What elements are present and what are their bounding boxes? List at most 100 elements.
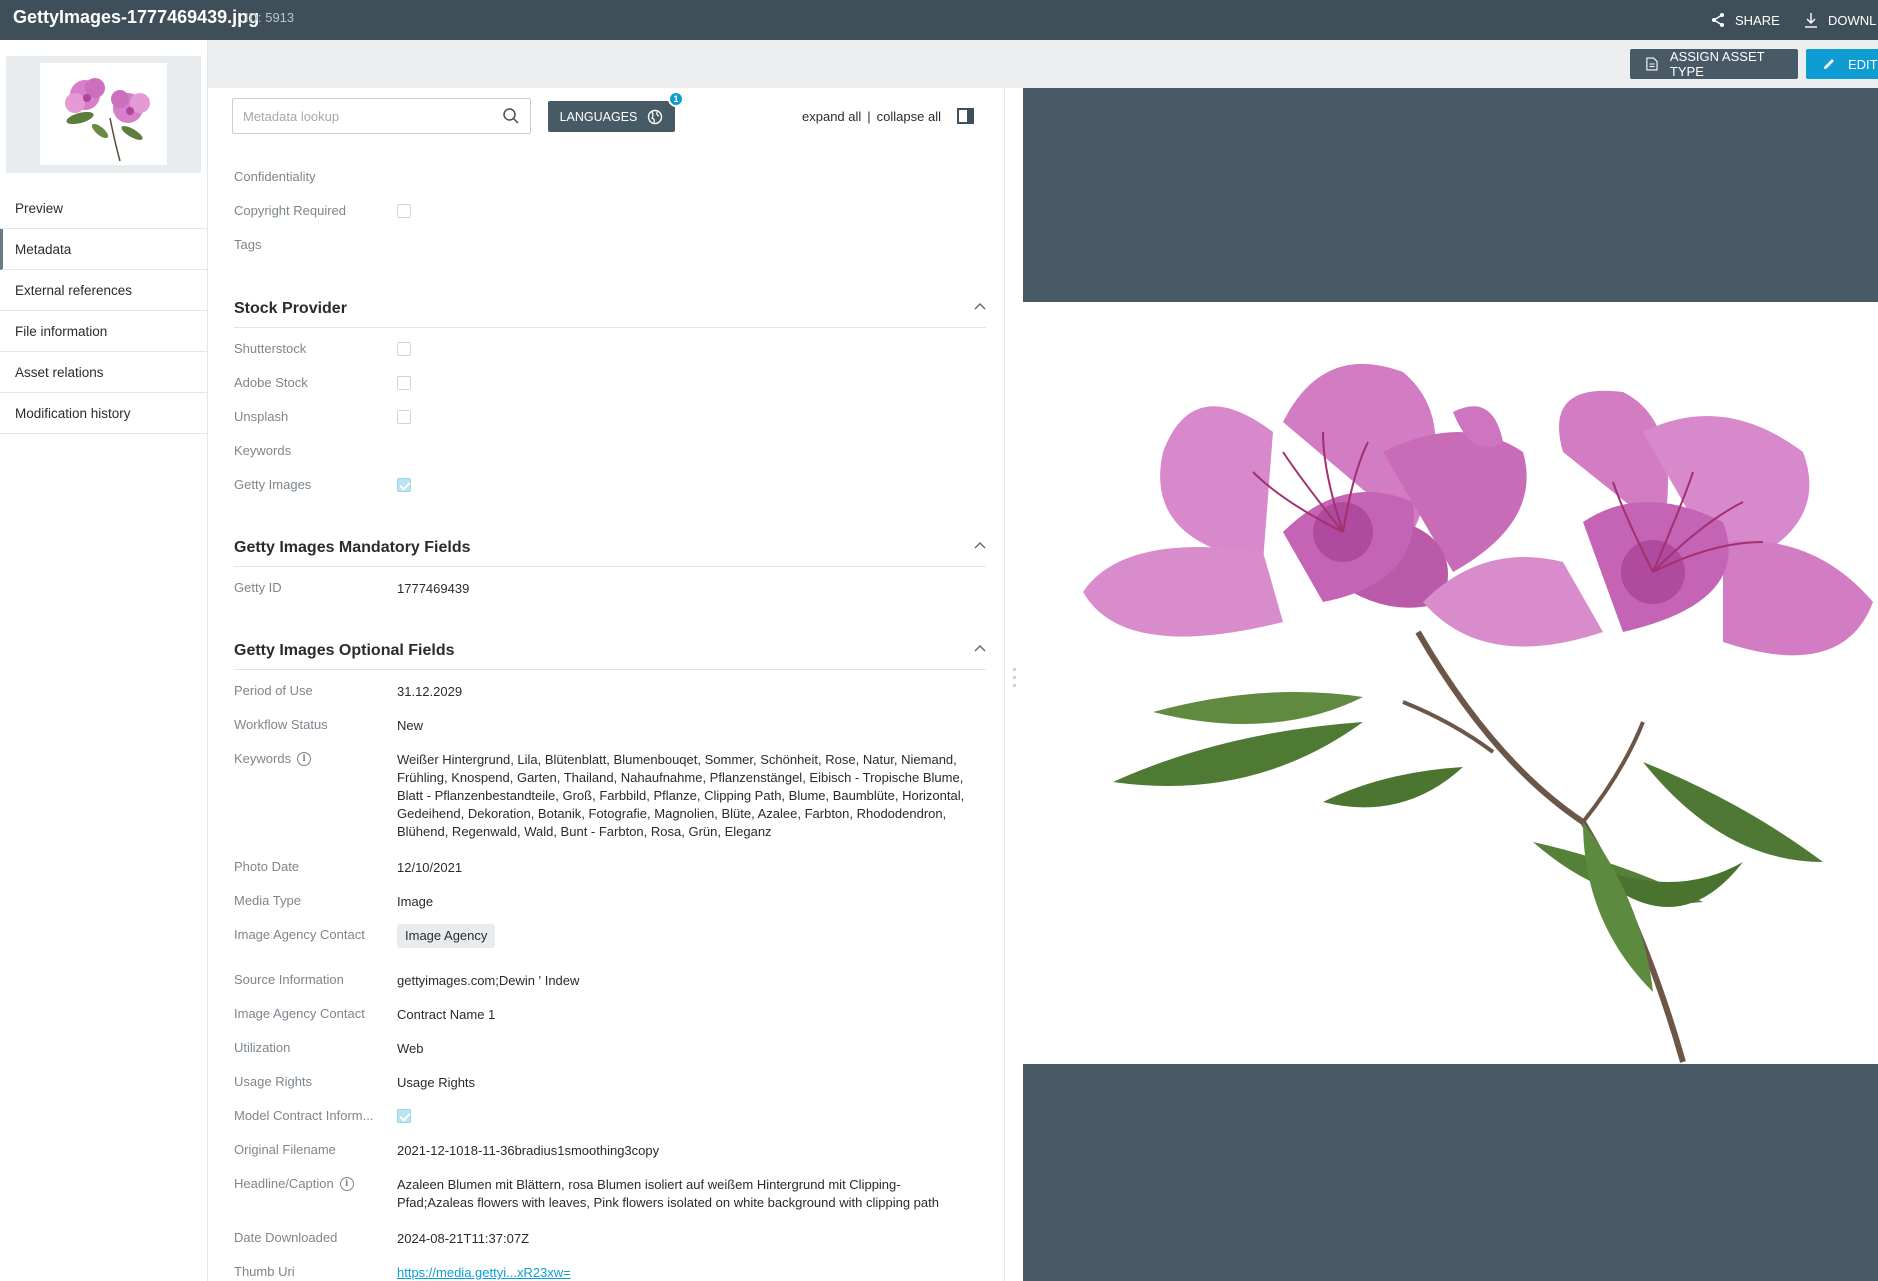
expand-all-link[interactable]: expand all [802,109,861,124]
chevron-up-icon[interactable] [974,302,986,310]
field-thumb-uri: Thumb Uri https://media.gettyi...xR23xw= [234,1264,994,1281]
field-label: Workflow Status [234,717,328,732]
field-value: New [397,718,424,733]
nav-item-metadata[interactable]: Metadata [0,229,208,270]
nav-item-external-references[interactable]: External references [0,270,208,311]
image-agency-chip[interactable]: Image Agency [397,924,496,948]
field-value: Weißer Hintergrund, Lila, Blütenblatt, B… [397,752,965,839]
field-shutterstock: Shutterstock [234,341,994,359]
nav-item-file-information[interactable]: File information [0,311,208,352]
adobe-stock-checkbox[interactable] [397,376,411,390]
edit-button[interactable]: EDIT [1806,49,1878,79]
azalea-flower-image [1083,363,1873,1063]
nav-item-asset-relations[interactable]: Asset relations [0,352,208,393]
share-icon [1712,13,1724,27]
field-keywords: Keywords i Weißer Hintergrund, Lila, Blüt… [234,751,994,843]
download-icon [1805,13,1817,28]
field-keywords-stock: Keywords [234,443,994,461]
nav-list: Preview Metadata External references Fil… [0,188,208,434]
chevron-up-icon[interactable] [974,541,986,549]
languages-button[interactable]: LANGUAGES [548,101,675,132]
field-adobe-stock: Adobe Stock [234,375,994,393]
metadata-search-input[interactable] [233,99,493,133]
info-icon[interactable]: i [297,751,312,766]
headline-label: Headline/Caption [234,1176,334,1191]
field-label: Image Agency Contact [234,927,365,942]
field-label: Adobe Stock [234,375,308,390]
field-value: 31.12.2029 [397,684,463,699]
metadata-search-box [232,98,531,134]
field-value: Contract Name 1 [397,1007,496,1022]
copyright-required-checkbox[interactable] [397,204,411,218]
nav-item-preview[interactable]: Preview [0,188,208,229]
field-usage-rights: Usage Rights Usage Rights [234,1074,994,1092]
languages-label: LANGUAGES [559,109,638,124]
image-preview-canvas[interactable] [1023,302,1878,1064]
section-title: Getty Images Mandatory Fields [234,539,471,556]
field-label: Image Agency Contact [234,1006,365,1021]
section-getty-mandatory[interactable]: Getty Images Mandatory Fields [234,537,986,567]
field-value: Web [397,1041,424,1056]
metadata-panel: LANGUAGES 1 expand all | collapse all Co… [208,88,1004,1281]
field-label: Usage Rights [234,1074,313,1089]
field-label: Date Downloaded [234,1230,338,1245]
field-date-downloaded: Date Downloaded 2024-08-21T11:37:07Z [234,1230,994,1248]
field-headline-caption: Headline/Caption i Azaleen Blumen mit Blä… [234,1176,994,1214]
info-icon[interactable]: i [339,1176,354,1191]
document-icon [1646,57,1658,71]
field-period-of-use: Period of Use 31.12.2029 [234,683,994,701]
flower-thumbnail-image [65,78,150,162]
field-value: Image [397,894,434,909]
thumb-uri-link[interactable]: https://media.gettyi...xR23xw= [397,1265,571,1280]
field-unsplash: Unsplash [234,409,994,427]
getty-images-checkbox[interactable] [397,478,411,492]
chevron-up-icon[interactable] [974,644,986,652]
field-getty-images: Getty Images [234,477,994,495]
field-image-agency-contact-2: Image Agency Contact Contract Name 1 [234,1006,994,1024]
section-title: Stock Provider [234,300,347,317]
field-media-type: Media Type Image [234,893,994,911]
shutterstock-checkbox[interactable] [397,342,411,356]
drag-handle-icon[interactable] [1013,668,1016,687]
field-label: Period of Use [234,683,313,698]
collapse-all-link[interactable]: collapse all [877,109,941,124]
separator: | [867,108,871,124]
field-label: Keywords i [234,751,384,766]
section-getty-optional[interactable]: Getty Images Optional Fields [234,640,986,670]
panel-resize-handle[interactable] [1004,88,1023,1281]
share-label: SHARE [1735,12,1780,28]
section-title: Getty Images Optional Fields [234,642,455,659]
panel-toggle-icon[interactable] [957,108,974,124]
asset-id-label: ID: 5913 [245,10,295,25]
field-label: Photo Date [234,859,300,874]
field-value: 1777469439 [397,581,470,596]
nav-item-modification-history[interactable]: Modification history [0,393,208,434]
field-label: Thumb Uri [234,1264,295,1279]
unsplash-checkbox[interactable] [397,410,411,424]
assign-asset-type-label: ASSIGN ASSET TYPE [1669,49,1765,79]
top-bar: GettyImages-1777469439.jpg ID: 5913 SHAR… [0,0,1878,40]
field-label: Headline/Caption i [234,1176,384,1191]
section-stock-provider[interactable]: Stock Provider [234,298,986,328]
expand-collapse-controls: expand all | collapse all [802,108,974,124]
field-source-information: Source Information gettyimages.com;Dewin… [234,972,994,990]
field-label: Utilization [234,1040,291,1055]
model-contract-checkbox[interactable] [397,1109,411,1123]
download-button[interactable]: DOWNL [1803,8,1876,32]
share-button[interactable]: SHARE [1710,8,1780,32]
field-getty-id: Getty ID 1777469439 [234,580,994,598]
image-preview-pane [1023,88,1878,1281]
assign-asset-type-button[interactable]: ASSIGN ASSET TYPE [1630,49,1798,79]
field-value: gettyimages.com;Dewin ' Indew [397,973,580,988]
field-value: 12/10/2021 [397,860,463,875]
field-workflow-status: Workflow Status New [234,717,994,735]
languages-count-badge: 1 [668,91,684,107]
asset-thumbnail-frame [6,56,201,173]
search-icon[interactable] [502,107,520,125]
field-value: 2024-08-21T11:37:07Z [397,1231,530,1246]
asset-thumbnail[interactable] [40,63,167,165]
field-photo-date: Photo Date 12/10/2021 [234,859,994,877]
field-label: Source Information [234,972,344,987]
field-label: Keywords [234,443,292,458]
download-label: DOWNL [1828,12,1877,28]
